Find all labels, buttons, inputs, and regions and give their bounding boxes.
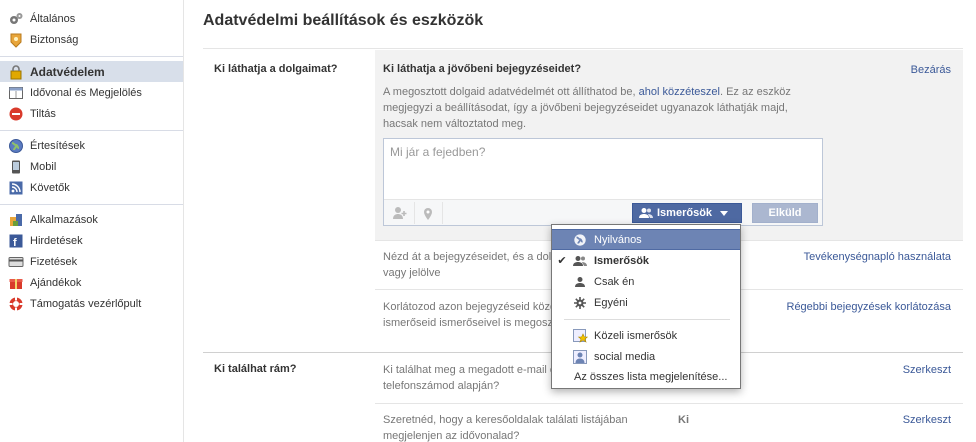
status-composer[interactable]: Mi jár a fejedben? Ismerősök Elküld <box>383 138 823 226</box>
sidebar-item-privacy[interactable]: Adatvédelem <box>0 61 183 82</box>
sidebar-item-support-dashboard[interactable]: Támogatás vezérlőpult <box>0 293 183 314</box>
section-label-who-sees: Ki láthatja a dolgaimat? <box>214 63 338 75</box>
sidebar-item-label: Ajándékok <box>30 276 82 289</box>
option-label: Közeli ismerősök <box>594 329 678 342</box>
sidebar-item-general[interactable]: Általános <box>0 8 183 29</box>
checkmark-icon: ✔ <box>557 255 567 267</box>
badge-icon <box>8 32 24 48</box>
gears-icon <box>8 11 24 27</box>
gift-icon <box>8 275 24 291</box>
audience-option-only-me[interactable]: Csak én <box>552 271 740 292</box>
sidebar-item-label: Értesítések <box>30 139 86 152</box>
sidebar-item-label: Biztonság <box>30 33 79 46</box>
sidebar-item-followers[interactable]: Követők <box>0 177 183 198</box>
globe-icon <box>572 232 588 248</box>
post-button[interactable]: Elküld <box>752 203 818 223</box>
audience-option-public[interactable]: Nyilvános <box>552 229 740 250</box>
person-icon <box>572 274 588 290</box>
edit-link[interactable]: Szerkeszt <box>903 414 951 426</box>
panel-description: A megosztott dolgaid adatvédelmét ott ál… <box>383 84 813 132</box>
option-label: Nyilvános <box>594 233 642 246</box>
sidebar-item-ads[interactable]: f Hirdetések <box>0 230 183 251</box>
sidebar-item-mobile[interactable]: Mobil <box>0 156 183 177</box>
sidebar-item-label: Mobil <box>30 160 57 173</box>
setting-row: Szeretnéd, hogy a keresőoldalak találati… <box>375 403 963 442</box>
phone-icon <box>8 159 24 175</box>
sidebar-item-label: Alkalmazások <box>30 213 98 226</box>
audience-dropdown-menu: Nyilvános ✔ Ismerősök Csak én Egyéni Köz… <box>551 224 741 389</box>
star-list-icon <box>572 328 588 344</box>
sidebar-item-label: Támogatás vezérlőpult <box>30 297 142 310</box>
activity-log-link[interactable]: Tevékenységnapló használata <box>804 251 951 263</box>
sidebar-item-label: Tiltás <box>30 107 56 120</box>
audience-option-friends[interactable]: ✔ Ismerősök <box>552 250 740 271</box>
sidebar-item-notifications[interactable]: Értesítések <box>0 135 183 156</box>
option-label: Ismerősök <box>594 254 650 267</box>
card-icon <box>8 254 24 270</box>
sidebar-item-label: Adatvédelem <box>30 64 105 79</box>
sidebar-item-apps[interactable]: Alkalmazások <box>0 209 183 230</box>
sidebar-group-general: Általános Biztonság <box>0 0 183 57</box>
toolbar-divider <box>414 202 415 224</box>
audience-label: Ismerősök <box>657 207 713 219</box>
list-icon <box>572 349 588 365</box>
friends-icon <box>572 253 588 269</box>
lifebuoy-icon <box>8 296 24 312</box>
friends-icon <box>639 207 653 219</box>
toolbar-divider <box>442 202 443 224</box>
sidebar-item-label: Általános <box>30 12 76 25</box>
chevron-down-icon <box>720 210 729 216</box>
timeline-icon <box>8 85 24 101</box>
where-you-post-link[interactable]: ahol közzéteszel <box>639 86 720 98</box>
sidebar-group-privacy: Adatvédelem Idővonal és Megjelölés Tiltá… <box>0 57 183 131</box>
menu-divider <box>564 319 730 320</box>
audience-option-social-media[interactable]: social media <box>552 346 740 367</box>
audience-option-close-friends[interactable]: Közeli ismerősök <box>552 325 740 346</box>
desc-text: A megosztott dolgaid adatvédelmét ott ál… <box>383 86 639 98</box>
option-label: Csak én <box>594 275 635 288</box>
sidebar-item-gifts[interactable]: Ajándékok <box>0 272 183 293</box>
option-label: social media <box>594 350 656 363</box>
row-description: Szeretnéd, hogy a keresőoldalak találati… <box>383 414 628 442</box>
audience-option-custom[interactable]: Egyéni <box>552 292 740 313</box>
row-value: Ki <box>678 414 689 426</box>
section-label-who-finds: Ki találhat rám? <box>214 363 297 375</box>
page-title: Adatvédelmi beállítások és eszközök <box>203 12 484 29</box>
close-link[interactable]: Bezárás <box>911 64 951 76</box>
sidebar-group-notifications: Értesítések Mobil Követők <box>0 131 183 205</box>
sidebar-item-blocking[interactable]: Tiltás <box>0 103 183 124</box>
limit-past-posts-link[interactable]: Régebbi bejegyzések korlátozása <box>787 301 952 313</box>
globe-icon <box>8 138 24 154</box>
sidebar-item-label: Fizetések <box>30 255 78 268</box>
rss-icon <box>8 180 24 196</box>
sidebar-group-apps: Alkalmazások f Hirdetések Fizetések Aján… <box>0 205 183 320</box>
block-icon <box>8 106 24 122</box>
show-all-lists-link[interactable]: Az összes lista megjelenítése... <box>574 371 727 383</box>
tag-friends-icon[interactable] <box>392 205 408 221</box>
edit-link[interactable]: Szerkeszt <box>903 364 951 376</box>
lock-icon <box>8 64 24 80</box>
option-label: Egyéni <box>594 296 628 309</box>
sidebar-item-security[interactable]: Biztonság <box>0 29 183 50</box>
title-divider <box>203 48 963 49</box>
settings-sidebar: Általános Biztonság Adatvédelem Idővonal… <box>0 0 184 442</box>
sidebar-item-payments[interactable]: Fizetések <box>0 251 183 272</box>
composer-toolbar: Ismerősök Elküld <box>384 199 822 225</box>
apps-icon <box>8 212 24 228</box>
sidebar-item-label: Hirdetések <box>30 234 83 247</box>
gear-icon <box>572 295 588 311</box>
sidebar-item-label: Idővonal és Megjelölés <box>30 86 142 99</box>
sidebar-item-label: Követők <box>30 181 70 194</box>
future-posts-panel: Ki láthatja a jövőbeni bejegyzéseidet? B… <box>375 50 963 240</box>
svg-text:f: f <box>13 237 17 249</box>
sidebar-item-timeline[interactable]: Idővonal és Megjelölés <box>0 82 183 103</box>
composer-placeholder[interactable]: Mi jár a fejedben? <box>390 145 485 159</box>
audience-selector-button[interactable]: Ismerősök <box>632 203 742 223</box>
panel-title: Ki láthatja a jövőbeni bejegyzéseidet? <box>383 63 582 75</box>
ads-icon: f <box>8 233 24 249</box>
location-pin-icon[interactable] <box>420 205 436 221</box>
